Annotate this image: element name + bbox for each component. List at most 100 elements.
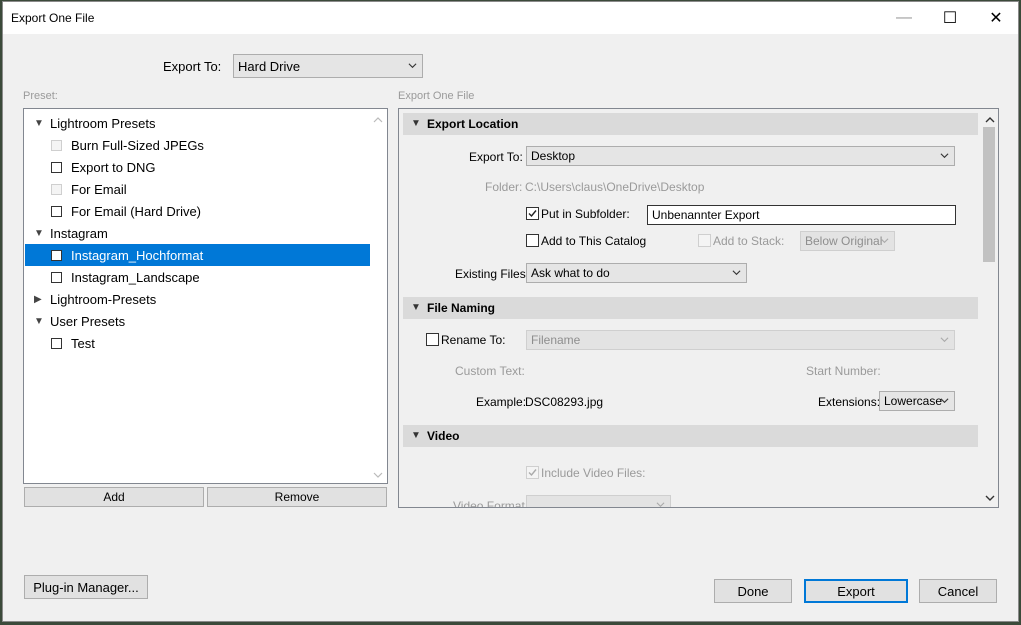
subfolder-name-value: Unbenannter Export — [652, 208, 760, 222]
export-to-label: Export To: — [469, 150, 523, 164]
extensions-select[interactable]: Lowercase — [879, 391, 955, 411]
checkbox[interactable] — [51, 161, 62, 173]
checkmark-icon — [528, 469, 537, 477]
stack-position-value: Below Original — [805, 234, 883, 248]
preset-item[interactable]: Instagram_Landscape — [25, 266, 370, 288]
video-format-select[interactable] — [526, 495, 671, 507]
chevron-down-icon — [408, 63, 417, 69]
chevron-down-icon — [940, 153, 949, 159]
scroll-down-icon[interactable] — [985, 494, 995, 502]
preset-item-selected[interactable]: Instagram_Hochformat — [25, 244, 370, 266]
cancel-button[interactable]: Cancel — [919, 579, 997, 603]
collapsed-triangle-icon: ▶ — [34, 293, 42, 305]
add-preset-button[interactable]: Add — [24, 487, 204, 507]
preset-item-label: Burn Full-Sized JPEGs — [71, 137, 204, 153]
settings-scrollbar[interactable] — [982, 110, 997, 506]
existing-files-label: Existing Files: — [455, 267, 530, 281]
extensions-label: Extensions: — [818, 395, 881, 409]
add-to-stack-label: Add to Stack: — [713, 234, 785, 248]
section-title: File Naming — [427, 301, 496, 315]
minimize-button[interactable]: — — [881, 2, 927, 34]
custom-text-label: Custom Text: — [455, 364, 525, 378]
maximize-button[interactable]: ☐ — [927, 2, 973, 34]
checkbox[interactable] — [51, 205, 62, 217]
scroll-thumb[interactable] — [983, 127, 995, 262]
start-number-label: Start Number: — [806, 364, 881, 378]
preset-item-label: Instagram_Hochformat — [71, 247, 204, 263]
rename-template-select[interactable]: Filename — [526, 330, 955, 350]
export-to-select[interactable]: Hard Drive — [233, 54, 423, 78]
chevron-down-icon — [880, 238, 889, 244]
tree-group-instagram[interactable]: ▼ Instagram — [25, 222, 370, 244]
expanded-triangle-icon: ▼ — [411, 118, 421, 129]
section-title: Video — [427, 429, 460, 443]
section-video[interactable]: ▼ Video — [403, 425, 978, 447]
tree-group-label: Lightroom Presets — [50, 115, 156, 131]
expanded-triangle-icon: ▼ — [411, 302, 421, 313]
preset-item-label: For Email — [71, 181, 127, 197]
add-to-catalog-label: Add to This Catalog — [541, 234, 647, 248]
checkbox[interactable] — [51, 139, 62, 151]
preset-tree: ▼ Lightroom Presets Burn Full-Sized JPEG… — [23, 108, 388, 484]
tree-group-label: Lightroom-Presets — [50, 291, 157, 307]
preset-item[interactable]: For Email (Hard Drive) — [25, 200, 370, 222]
preset-item[interactable]: Export to DNG — [25, 156, 370, 178]
existing-files-select[interactable]: Ask what to do — [526, 263, 747, 283]
preset-label: Preset: — [23, 90, 58, 102]
include-video-checkbox[interactable] — [526, 466, 539, 479]
export-to-value: Hard Drive — [238, 58, 301, 74]
example-label: Example: — [476, 395, 527, 409]
rename-template-value: Filename — [531, 333, 581, 347]
window-title: Export One File — [11, 11, 95, 25]
tree-group-label: User Presets — [50, 313, 126, 329]
export-settings-panel: ▼ Export Location Export To: Desktop Fol… — [398, 108, 999, 508]
tree-group-user-presets[interactable]: ▼ User Presets — [25, 310, 370, 332]
export-location-value: Desktop — [531, 149, 576, 163]
preset-item[interactable]: Test — [25, 332, 370, 354]
subfolder-name-input[interactable]: Unbenannter Export — [647, 205, 956, 225]
checkbox[interactable] — [51, 337, 62, 349]
folder-label: Folder: — [485, 180, 523, 194]
add-to-catalog-checkbox[interactable] — [526, 234, 539, 247]
done-button[interactable]: Done — [714, 579, 792, 603]
scroll-up-icon[interactable] — [985, 116, 995, 124]
close-button[interactable]: ✕ — [973, 2, 1019, 34]
plugin-manager-button[interactable]: Plug-in Manager... — [24, 575, 148, 599]
checkbox[interactable] — [51, 183, 62, 195]
video-format-label: Video Format: — [453, 499, 529, 508]
checkbox[interactable] — [51, 271, 62, 283]
checkbox[interactable] — [51, 249, 62, 261]
preset-item[interactable]: Burn Full-Sized JPEGs — [25, 134, 370, 156]
preset-item-label: Instagram_Landscape — [71, 269, 200, 285]
export-button[interactable]: Export — [804, 579, 908, 603]
rename-to-checkbox[interactable] — [426, 333, 439, 346]
remove-preset-button[interactable]: Remove — [207, 487, 387, 507]
export-to-label: Export To: — [163, 59, 222, 74]
preset-item[interactable]: For Email — [25, 178, 370, 200]
folder-path: C:\Users\claus\OneDrive\Desktop — [525, 180, 705, 194]
expanded-triangle-icon: ▼ — [34, 227, 44, 239]
expanded-triangle-icon: ▼ — [34, 315, 44, 327]
export-dialog: Export One File — ☐ ✕ Export To: Hard Dr… — [2, 1, 1019, 622]
tree-group-lightroom-presets-collapsed[interactable]: ▶ Lightroom-Presets — [25, 288, 370, 310]
section-file-naming[interactable]: ▼ File Naming — [403, 297, 978, 319]
stack-position-select[interactable]: Below Original — [800, 231, 895, 251]
tree-group-label: Instagram — [50, 225, 108, 241]
preset-scrollbar[interactable] — [371, 111, 385, 481]
extensions-value: Lowercase — [884, 394, 943, 408]
tree-group-lightroom-presets[interactable]: ▼ Lightroom Presets — [25, 112, 370, 134]
add-to-stack-checkbox[interactable] — [698, 234, 711, 247]
chevron-down-icon — [732, 270, 741, 276]
put-in-subfolder-checkbox[interactable] — [526, 207, 539, 220]
right-header: Export One File — [398, 90, 475, 102]
scroll-down-icon[interactable] — [373, 471, 383, 479]
expanded-triangle-icon: ▼ — [34, 117, 44, 129]
preset-item-label: For Email (Hard Drive) — [71, 203, 202, 219]
scroll-up-icon[interactable] — [373, 116, 383, 124]
section-export-location[interactable]: ▼ Export Location — [403, 113, 978, 135]
chevron-down-icon — [940, 337, 949, 343]
export-location-select[interactable]: Desktop — [526, 146, 955, 166]
expanded-triangle-icon: ▼ — [411, 430, 421, 441]
title-bar: Export One File — ☐ ✕ — [3, 2, 1018, 34]
section-title: Export Location — [427, 117, 519, 131]
